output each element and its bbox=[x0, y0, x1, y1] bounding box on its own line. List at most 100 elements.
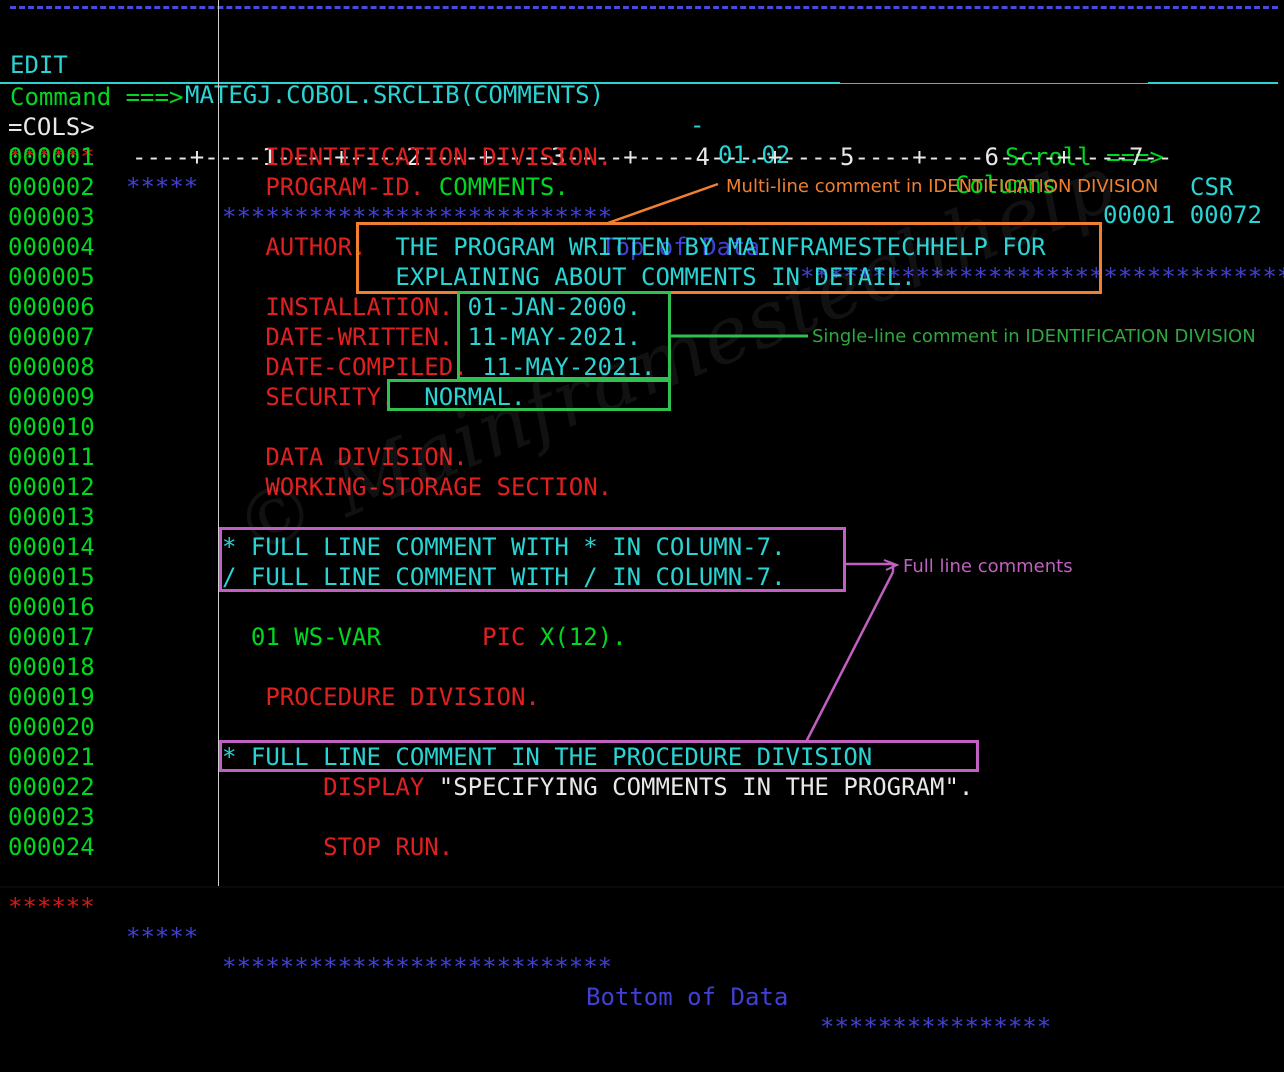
code-token: 01-JAN-2000. bbox=[467, 293, 642, 321]
code-line-row[interactable]: 000022 DISPLAY "SPECIFYING COMMENTS IN T… bbox=[0, 772, 1284, 802]
code-line-row[interactable]: 000019 PROCEDURE DIVISION. bbox=[0, 682, 1284, 712]
code-token: DATE-COMPILED. bbox=[222, 353, 468, 381]
code-token: PIC bbox=[482, 623, 540, 651]
code-line-row[interactable]: 000017 01 WS-VAR PIC X(12). bbox=[0, 622, 1284, 652]
code-token: NORMAL. bbox=[424, 383, 526, 411]
line-content[interactable]: DATA DIVISION. bbox=[222, 442, 468, 472]
line-number: 000019 bbox=[8, 683, 95, 711]
line-number: 000003 bbox=[8, 203, 95, 231]
code-line-row[interactable]: 000001 IDENTIFICATION DIVISION. bbox=[0, 142, 1284, 172]
code-token: SECURITY. bbox=[222, 383, 425, 411]
line-number: 000015 bbox=[8, 563, 95, 591]
bottom-stars-right: **************** bbox=[820, 1013, 1052, 1041]
line-content[interactable]: DISPLAY "SPECIFYING COMMENTS IN THE PROG… bbox=[222, 772, 973, 802]
code-token: STOP RUN. bbox=[222, 833, 454, 861]
line-number: 000013 bbox=[8, 503, 95, 531]
line-content[interactable]: EXPLAINING ABOUT COMMENTS IN DETAIL. bbox=[222, 262, 916, 292]
code-line-row[interactable]: 000024 STOP RUN. bbox=[0, 832, 1284, 862]
line-number: 000017 bbox=[8, 623, 95, 651]
line-content[interactable]: / FULL LINE COMMENT WITH / IN COLUMN-7. bbox=[222, 562, 786, 592]
line-number: 000021 bbox=[8, 743, 95, 771]
code-line-row[interactable]: 000020 bbox=[0, 712, 1284, 742]
line-number: 000018 bbox=[8, 653, 95, 681]
code-line-row[interactable]: 000011 DATA DIVISION. bbox=[0, 442, 1284, 472]
code-line-row[interactable]: 000006 INSTALLATION. 01-JAN-2000. bbox=[0, 292, 1284, 322]
line-content[interactable]: AUTHOR. THE PROGRAM WRITTEN BY MAINFRAME… bbox=[222, 232, 1046, 262]
code-token: INSTALLATION. bbox=[222, 293, 468, 321]
line-content[interactable]: IDENTIFICATION DIVISION. bbox=[222, 142, 612, 172]
line-content[interactable]: PROCEDURE DIVISION. bbox=[222, 682, 540, 712]
code-line-row[interactable]: 000013 bbox=[0, 502, 1284, 532]
code-line-row[interactable]: 000008 DATE-COMPILED. 11-MAY-2021. bbox=[0, 352, 1284, 382]
code-line-row[interactable]: 000004 AUTHOR. THE PROGRAM WRITTEN BY MA… bbox=[0, 232, 1284, 262]
code-token: X(12). bbox=[539, 623, 627, 651]
code-token: COMMENTS. bbox=[438, 173, 569, 201]
code-line-row[interactable]: 000014 * FULL LINE COMMENT WITH * IN COLU… bbox=[0, 532, 1284, 562]
line-number-gutter-separator bbox=[218, 0, 219, 888]
line-number: 000002 bbox=[8, 173, 95, 201]
line-content[interactable]: * FULL LINE COMMENT WITH * IN COLUMN-7. bbox=[222, 532, 786, 562]
code-token: IDENTIFICATION DIVISION. bbox=[222, 143, 613, 171]
bottom-gutter-stars: ****** bbox=[8, 893, 95, 921]
code-token: PROCEDURE DIVISION. bbox=[222, 683, 540, 711]
code-token: DISPLAY bbox=[222, 773, 439, 801]
code-token: * FULL LINE COMMENT IN THE PROCEDURE DIV… bbox=[222, 743, 873, 771]
line-number: 000004 bbox=[8, 233, 95, 261]
line-content[interactable]: WORKING-STORAGE SECTION. bbox=[222, 472, 612, 502]
line-number: 000001 bbox=[8, 143, 95, 171]
line-number: 000009 bbox=[8, 383, 95, 411]
bottom-stars-mid: *************************** bbox=[222, 953, 613, 981]
line-number: 000011 bbox=[8, 443, 95, 471]
code-line-row[interactable]: 000012 WORKING-STORAGE SECTION. bbox=[0, 472, 1284, 502]
line-content[interactable]: DATE-WRITTEN. 11-MAY-2021. bbox=[222, 322, 641, 352]
code-token: DATE-WRITTEN. bbox=[222, 323, 468, 351]
top-dashed-rule bbox=[10, 6, 1278, 9]
line-number: 000022 bbox=[8, 773, 95, 801]
code-token: 01 WS-VAR bbox=[222, 623, 483, 651]
line-content[interactable]: * FULL LINE COMMENT IN THE PROCEDURE DIV… bbox=[222, 742, 872, 772]
code-line-row[interactable]: 000016 bbox=[0, 592, 1284, 622]
code-token: / FULL LINE COMMENT WITH / IN COLUMN-7. bbox=[222, 563, 786, 591]
code-token: "SPECIFYING COMMENTS IN THE PROGRAM". bbox=[438, 773, 974, 801]
code-token: DATA DIVISION. bbox=[222, 443, 468, 471]
code-line-row[interactable]: 000005 EXPLAINING ABOUT COMMENTS IN DETA… bbox=[0, 262, 1284, 292]
line-number: 000005 bbox=[8, 263, 95, 291]
top-of-data-row: ****** ***** ***************************… bbox=[0, 112, 1284, 291]
bottom-of-data-label: Bottom of Data bbox=[586, 983, 789, 1011]
code-line-row[interactable]: 000002 PROGRAM-ID. COMMENTS. bbox=[0, 172, 1284, 202]
code-line-row[interactable]: 000009 SECURITY. NORMAL. bbox=[0, 382, 1284, 412]
line-number: 000008 bbox=[8, 353, 95, 381]
line-number: 000023 bbox=[8, 803, 95, 831]
code-line-row[interactable]: 000023 bbox=[0, 802, 1284, 832]
code-token: PROGRAM-ID. bbox=[222, 173, 439, 201]
code-line-row[interactable]: 000007 DATE-WRITTEN. 11-MAY-2021. bbox=[0, 322, 1284, 352]
header-row: EDIT MATEGJ.COBOL.SRCLIB(COMMENTS) - 01.… bbox=[0, 20, 1284, 229]
line-number: 000006 bbox=[8, 293, 95, 321]
code-token: WORKING-STORAGE SECTION. bbox=[222, 473, 613, 501]
command-row[interactable]: Command ===> Scroll ===> CSR bbox=[0, 52, 1284, 201]
line-content[interactable]: DATE-COMPILED. 11-MAY-2021. bbox=[222, 352, 655, 382]
line-content[interactable]: STOP RUN. bbox=[222, 832, 453, 862]
bottom-stars-left: ***** bbox=[126, 923, 199, 951]
code-token: EXPLAINING ABOUT COMMENTS IN DETAIL. bbox=[395, 263, 916, 291]
cols-ruler-row: =COLS> ----+----1----+----2----+----3---… bbox=[0, 82, 1284, 171]
code-line-row[interactable]: 000018 bbox=[0, 652, 1284, 682]
ispf-edit-terminal[interactable]: EDIT MATEGJ.COBOL.SRCLIB(COMMENTS) - 01.… bbox=[0, 0, 1284, 1041]
line-content[interactable]: SECURITY. NORMAL. bbox=[222, 382, 525, 412]
line-number: 000012 bbox=[8, 473, 95, 501]
code-token: * FULL LINE COMMENT WITH * IN COLUMN-7. bbox=[222, 533, 786, 561]
line-content[interactable]: INSTALLATION. 01-JAN-2000. bbox=[222, 292, 641, 322]
line-content[interactable]: 01 WS-VAR PIC X(12). bbox=[222, 622, 627, 652]
line-number: 000014 bbox=[8, 533, 95, 561]
code-line-row[interactable]: 000015 / FULL LINE COMMENT WITH / IN COLU… bbox=[0, 562, 1284, 592]
line-number: 000010 bbox=[8, 413, 95, 441]
line-content[interactable]: PROGRAM-ID. COMMENTS. bbox=[222, 172, 569, 202]
code-line-row[interactable]: 000021 * FULL LINE COMMENT IN THE PROCEDU… bbox=[0, 742, 1284, 772]
line-number: 000016 bbox=[8, 593, 95, 621]
code-token: THE PROGRAM WRITTEN BY MAINFRAMESTECHHEL… bbox=[395, 233, 1046, 261]
line-number: 000007 bbox=[8, 323, 95, 351]
code-token: 11-MAY-2021. bbox=[467, 323, 642, 351]
code-line-row[interactable]: 000003 bbox=[0, 202, 1284, 232]
code-line-row[interactable]: 000010 bbox=[0, 412, 1284, 442]
